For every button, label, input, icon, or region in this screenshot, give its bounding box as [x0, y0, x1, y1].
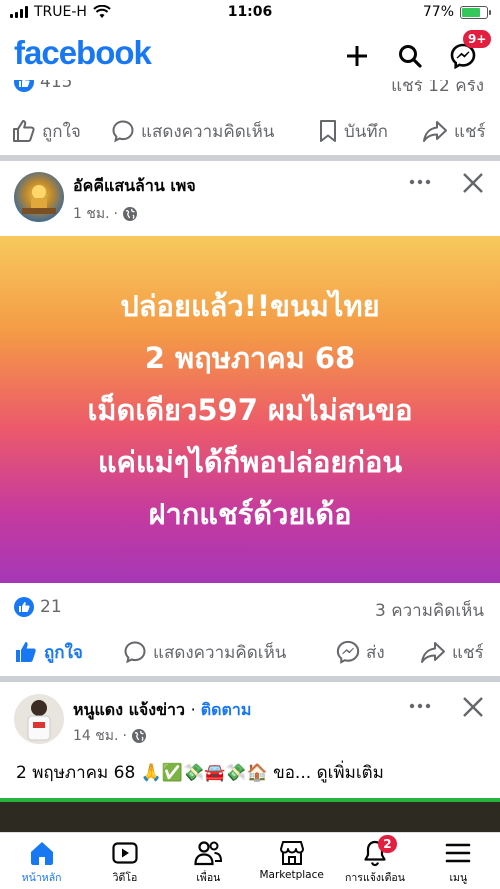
person-photo-icon — [27, 700, 51, 741]
tab-menu[interactable]: เมนู — [417, 833, 500, 889]
post2-caption: 2 พฤษภาคม 68 🙏✅💸🚘💸🏠 ขอ... — [16, 763, 312, 783]
reaction-count: 21 — [40, 597, 62, 617]
post-divider — [0, 155, 500, 161]
bookmark-icon — [320, 120, 336, 142]
video-icon — [112, 842, 138, 864]
marketplace-icon — [279, 841, 304, 865]
post1-header: อัคคีแสนล้าน เพจ 1 ชม. · — [0, 168, 500, 226]
bottom-tab-bar: หน้าหลัก วิดีโอ เพื่อน Marketplace 2 การ… — [0, 832, 500, 889]
prev-like-count: 415 — [40, 80, 73, 92]
post2-page-name[interactable]: หนูแดง แจ้งข่าว — [73, 700, 185, 719]
post1-more-button[interactable] — [408, 170, 432, 200]
friends-icon — [194, 841, 223, 866]
banner-line: ปล่อยแล้ว!!ขนมไทย — [120, 288, 380, 323]
share-icon — [421, 642, 445, 663]
tab-label: เมนู — [449, 872, 468, 884]
post2-time: 14 ชม. — [73, 728, 119, 744]
tab-home[interactable]: หน้าหลัก — [0, 833, 83, 889]
banner-line: เม็ดเดียว597 ผมไม่สนขอ — [87, 392, 413, 427]
search-button[interactable] — [392, 38, 428, 74]
banner-line: แค่แม่ๆได้ก็พอปล่อยก่อน — [97, 444, 403, 479]
globe-icon — [131, 729, 146, 743]
search-icon — [399, 45, 422, 68]
banner-line: ฝากแชร์ด้วยเด้อ — [148, 496, 352, 531]
more-dots-icon — [409, 703, 431, 709]
tab-label: วิดีโอ — [112, 872, 138, 884]
comment-icon — [124, 641, 146, 664]
post2-meta: 14 ชม. · — [73, 725, 147, 747]
like-button[interactable]: ถูกใจ — [14, 639, 83, 666]
comment-button[interactable]: แสดงความคิดเห็น — [123, 639, 286, 666]
see-more-link[interactable]: ดูเพิ่มเติม — [317, 763, 384, 783]
page-avatar[interactable] — [14, 172, 64, 222]
tab-label: การแจ้งเตือน — [345, 872, 405, 884]
follow-button[interactable]: ติดตาม — [201, 700, 252, 719]
battery-percent: 77% — [422, 4, 454, 20]
post1-text-banner[interactable]: ปล่อยแล้ว!!ขนมไทย 2 พฤษภาคม 68 เม็ดเดียว… — [0, 236, 500, 583]
comment-count[interactable]: 3 ความคิดเห็น — [375, 597, 484, 624]
post2-hide-button[interactable] — [462, 696, 484, 724]
tab-label: หน้าหลัก — [21, 872, 62, 884]
menu-icon — [445, 843, 471, 863]
plus-icon — [347, 46, 367, 66]
close-icon — [463, 173, 483, 193]
shrine-image-icon — [22, 185, 56, 214]
post1-reactions: 21 3 ความคิดเห็น — [0, 592, 500, 622]
notification-badge: 2 — [378, 835, 397, 853]
comment-button[interactable]: แสดงความคิดเห็น — [111, 118, 274, 145]
reaction-summary[interactable]: 21 — [14, 597, 62, 617]
share-button[interactable]: แชร์ — [422, 118, 486, 145]
prev-share-count: แชร์ 12 ครั้ง — [391, 80, 484, 96]
like-button[interactable]: ถูกใจ — [12, 118, 81, 145]
post2-header: หนูแดง แจ้งข่าว · ติดตาม 14 ชม. · — [0, 690, 500, 748]
messenger-badge: 9+ — [463, 30, 492, 48]
comment-icon — [112, 120, 134, 143]
page-avatar[interactable] — [14, 694, 64, 744]
thumbs-up-icon — [13, 120, 35, 142]
home-icon — [30, 842, 53, 865]
create-button[interactable] — [339, 38, 375, 74]
thumbs-up-filled-icon — [16, 642, 36, 662]
post2-text: 2 พฤษภาคม 68 🙏✅💸🚘💸🏠 ขอ... ดูเพิ่มเติม — [16, 759, 384, 786]
post1-actions: ถูกใจ แสดงความคิดเห็น ส่ง แชร์ — [0, 629, 500, 675]
tab-video[interactable]: วิดีโอ — [83, 833, 166, 889]
globe-icon — [123, 207, 137, 221]
post1-meta: 1 ชม. · — [73, 203, 138, 225]
messenger-button[interactable]: 9+ — [445, 30, 492, 74]
messenger-icon — [336, 640, 360, 664]
more-dots-icon — [409, 179, 431, 185]
like-reaction-icon — [14, 597, 34, 617]
tab-label: Marketplace — [259, 869, 324, 881]
like-reaction-icon — [14, 80, 34, 92]
share-button[interactable]: แชร์ — [420, 639, 484, 666]
top-header: facebook 9+ — [0, 26, 500, 84]
prev-post-actions: ถูกใจ แสดงความคิดเห็น บันทึก แชร์ — [0, 108, 500, 154]
post-divider — [0, 676, 500, 682]
send-button[interactable]: ส่ง — [336, 639, 385, 666]
post2-more-button[interactable] — [408, 694, 432, 724]
battery-icon — [460, 5, 491, 19]
close-icon — [463, 697, 483, 717]
facebook-logo[interactable]: facebook — [14, 34, 152, 72]
share-icon — [423, 121, 447, 142]
post2-title: หนูแดง แจ้งข่าว · ติดตาม — [73, 700, 252, 719]
save-button[interactable]: บันทึก — [318, 118, 388, 145]
post1-page-name[interactable]: อัคคีแสนล้าน เพจ — [73, 174, 196, 199]
tab-marketplace[interactable]: Marketplace — [250, 833, 333, 889]
post1-time: 1 ชม. — [73, 206, 110, 222]
banner-line: 2 พฤษภาคม 68 — [144, 340, 356, 375]
tab-notifications[interactable]: 2 การแจ้งเตือน — [333, 833, 416, 889]
tab-label: เพื่อน — [196, 872, 221, 884]
tab-friends[interactable]: เพื่อน — [167, 833, 250, 889]
post1-hide-button[interactable] — [462, 172, 484, 200]
status-bar: TRUE-H 11:06 77% — [0, 0, 500, 26]
prev-post-stats: 415 แชร์ 12 ครั้ง — [0, 80, 500, 96]
